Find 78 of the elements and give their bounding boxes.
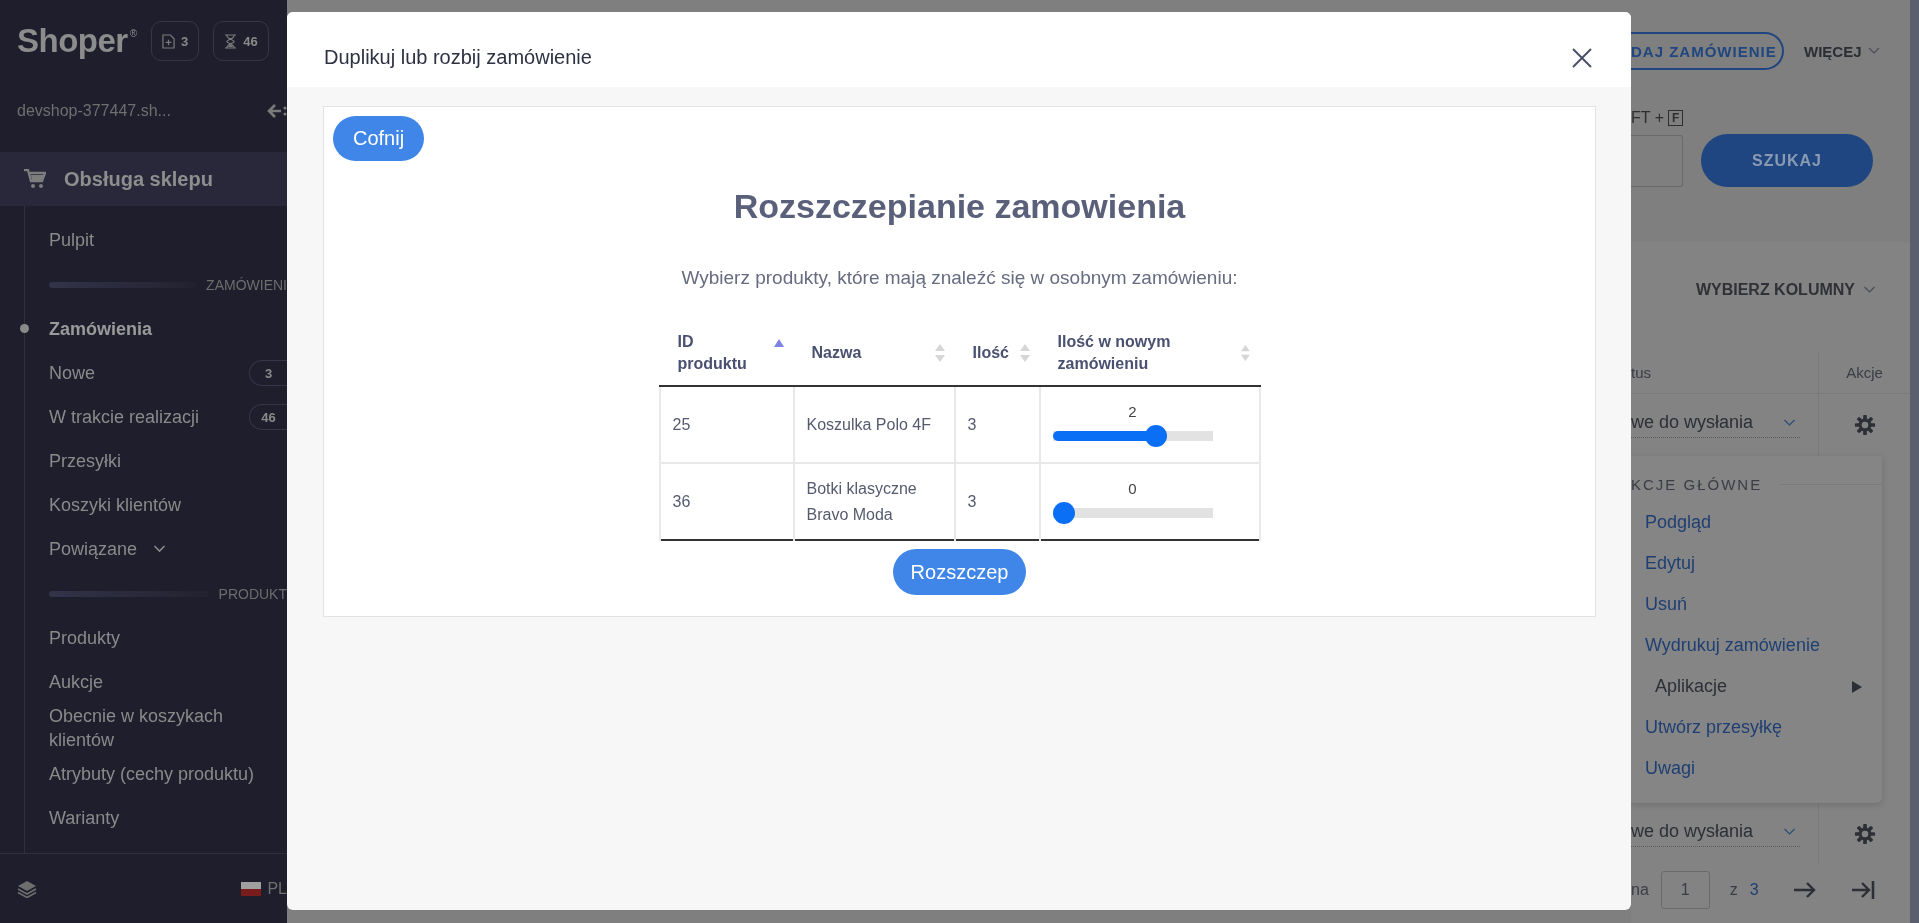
page-heading: Rozszczepianie zamowienia <box>733 186 1186 227</box>
chevron-down-icon <box>1783 827 1797 836</box>
table-cell: 3 <box>967 415 977 433</box>
menu-link[interactable]: Podgląd <box>1645 512 1712 533</box>
menu-item[interactable]: Przesyłki <box>49 449 121 473</box>
menu-group[interactable]: Powiązane <box>25 527 287 571</box>
shop-address: devshop-377447.sh... <box>17 102 171 120</box>
table-cell: 25 <box>672 415 691 433</box>
instruction-text: Wybierz produkty, które mają znaleźć się w osobnym zamówieniu: <box>681 266 1238 290</box>
slider-value: 0 <box>1128 479 1137 498</box>
columns-button[interactable]: WYBIERZ KOLUMNY <box>1695 281 1876 299</box>
arrow-right-icon[interactable] <box>1792 882 1817 898</box>
menu-item[interactable]: W trakcie realizacji <box>49 405 200 429</box>
language-select[interactable]: PL <box>241 879 287 898</box>
menu-item[interactable]: Zamówienia <box>49 317 153 341</box>
menu-item[interactable]: Atrybuty (cechy produktu) <box>49 762 255 786</box>
document-plus-icon <box>162 33 176 49</box>
split-button[interactable]: Rozszczep <box>892 549 1027 595</box>
logo: Shoper <box>17 22 128 60</box>
column-header[interactable]: Ilość <box>972 342 1009 364</box>
menu-link[interactable]: Usuń <box>1645 594 1688 615</box>
menu-item[interactable]: Pulpit <box>49 228 95 252</box>
settings-icon[interactable] <box>1853 823 1876 845</box>
menu-item[interactable]: Aukcje <box>49 670 104 694</box>
chevron-down-icon <box>1863 286 1876 294</box>
slider-value: 2 <box>1128 402 1137 421</box>
slider-thumb[interactable] <box>1052 501 1075 524</box>
menu-link[interactable]: Utwórz przesyłkę <box>1645 717 1783 738</box>
page-field[interactable]: 1 <box>1660 871 1710 909</box>
submenu-item[interactable]: Aplikacje <box>1631 666 1882 707</box>
flag-icon <box>241 881 262 896</box>
close-icon[interactable] <box>1572 47 1592 68</box>
column-header[interactable]: Ilość w nowym zamówieniu <box>1057 331 1241 375</box>
section-header[interactable]: Obsługa sklepu <box>0 152 287 206</box>
search-button[interactable]: SZUKAJ <box>1701 134 1873 187</box>
chevron-down-icon <box>1783 418 1797 427</box>
page-total-link[interactable]: 3 <box>1749 881 1759 899</box>
slider-thumb[interactable] <box>1144 424 1167 447</box>
cart-icon <box>24 169 46 189</box>
menu-item[interactable]: Obecnie w koszykach klientów <box>49 704 277 752</box>
menu-link[interactable]: Uwagi <box>1645 758 1696 779</box>
trademark-mark: ® <box>129 28 138 39</box>
caret-right-icon <box>1852 680 1862 693</box>
menu-heading: KCJE GŁÓWNE <box>1631 475 1763 493</box>
table-cell: 36 <box>672 492 691 510</box>
scrollbar[interactable] <box>1910 0 1919 923</box>
group-label: PRODUKT <box>218 585 287 602</box>
menu-link[interactable]: Edytuj <box>1645 553 1696 574</box>
column-header[interactable]: ID produktu <box>677 331 750 375</box>
shortcut-hint: FT + <box>1631 109 1665 127</box>
group-label: ZAMÓWIENI <box>206 276 287 293</box>
menu-link[interactable]: Wydrukuj zamówienie <box>1645 635 1820 656</box>
dialog-title: Duplikuj lub rozbij zamówienie <box>324 46 592 69</box>
sort-ascending-icon[interactable] <box>773 339 784 347</box>
page-of-label: z <box>1729 881 1738 899</box>
back-button[interactable]: Cofnij <box>333 116 425 161</box>
active-dot <box>20 324 29 333</box>
key-cap: F <box>1668 110 1684 126</box>
arrow-left-icon[interactable] <box>267 104 287 118</box>
menu-item[interactable]: Warianty <box>49 806 120 830</box>
hourglass-icon <box>224 33 238 49</box>
table-cell: 3 <box>967 492 977 510</box>
menu-item[interactable]: Koszyki klientów <box>49 493 182 517</box>
table-cell: Botki klasyczne Bravo Moda <box>806 479 917 523</box>
page-label: na <box>1631 881 1649 899</box>
counter-button[interactable]: 3 <box>151 21 200 61</box>
chevron-down-icon <box>1867 47 1880 55</box>
more-menu[interactable]: WIĘCEJ <box>1804 42 1880 60</box>
column-header: tus <box>1631 364 1652 381</box>
chevron-down-icon <box>153 545 167 553</box>
layers-icon[interactable] <box>17 879 37 898</box>
settings-icon[interactable] <box>1853 414 1876 436</box>
menu-item[interactable]: Nowe <box>49 361 96 385</box>
column-header[interactable]: Nazwa <box>811 342 862 364</box>
table-cell: Koszulka Polo 4F <box>806 415 931 433</box>
last-page-icon[interactable] <box>1850 880 1875 900</box>
counter-button[interactable]: 46 <box>213 21 269 61</box>
menu-item[interactable]: Produkty <box>49 626 121 650</box>
